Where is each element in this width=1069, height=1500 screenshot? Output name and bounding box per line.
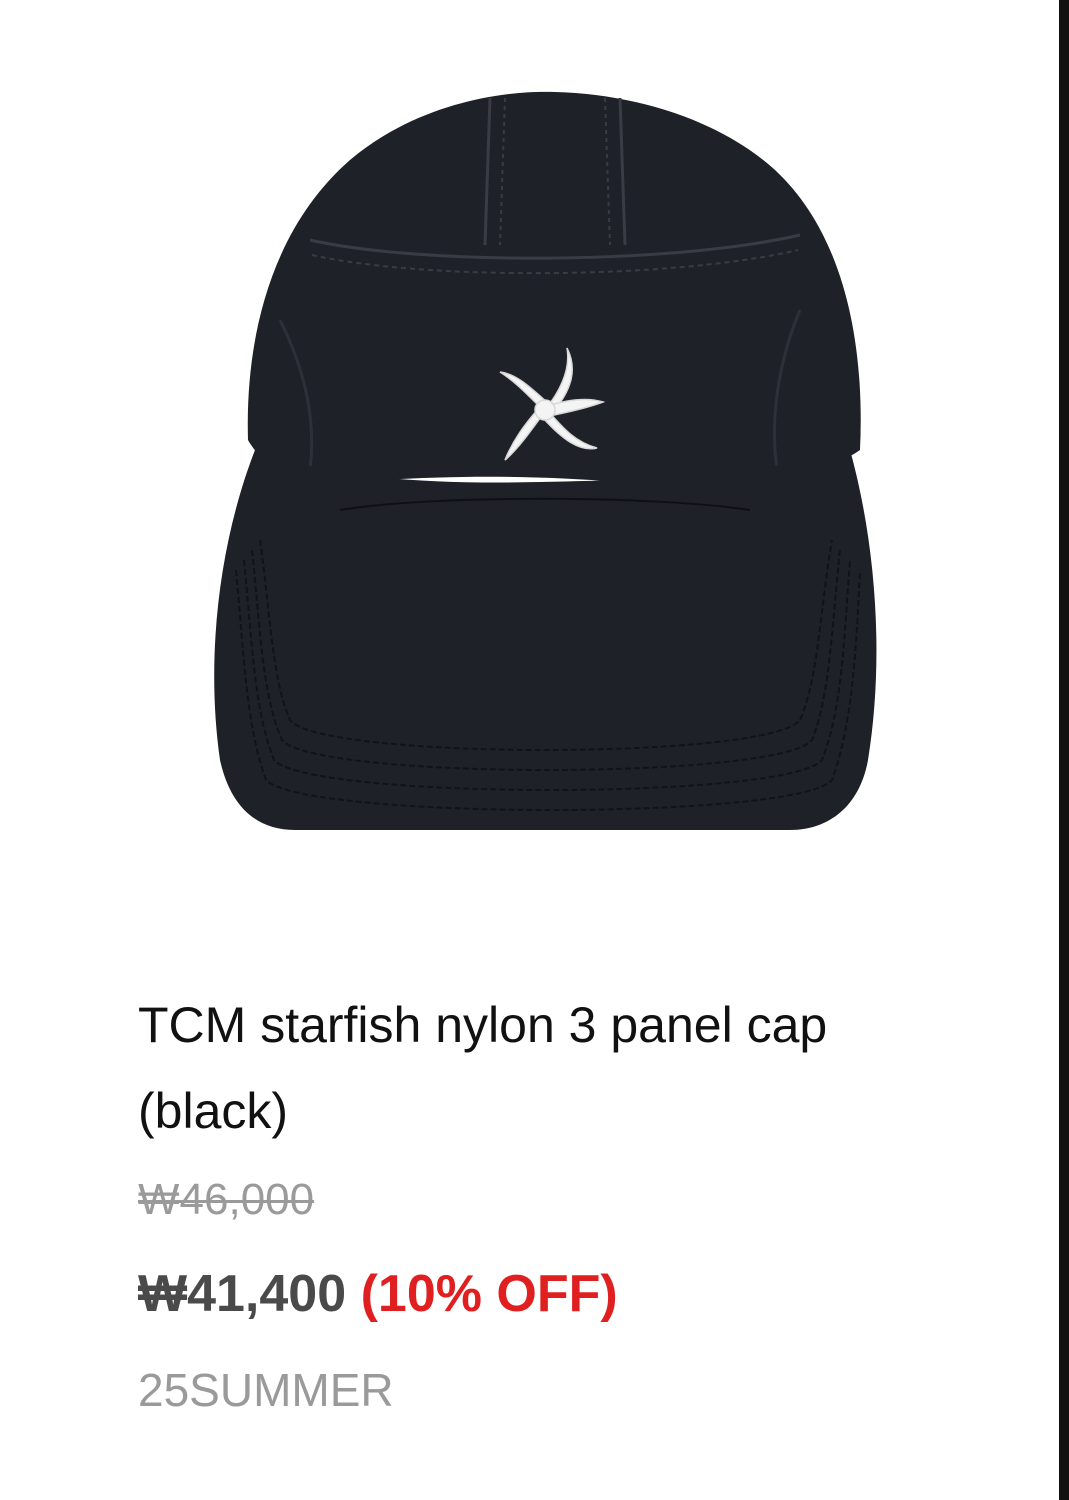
scrollbar[interactable] — [1059, 0, 1069, 1500]
sale-price: ₩41,400 — [138, 1265, 347, 1323]
season-tag: 25SUMMER — [138, 1364, 394, 1416]
product-info: TCM starfish nylon 3 panel cap (black) ₩… — [138, 982, 958, 1420]
cap-brim — [214, 450, 877, 830]
cap-illustration — [214, 91, 877, 830]
product-image[interactable] — [200, 70, 880, 840]
original-price: ₩46,000 — [138, 1175, 315, 1224]
discount-badge: (10% OFF) — [346, 1265, 618, 1323]
price-row: ₩41,400 (10% OFF) — [138, 1264, 958, 1324]
product-title[interactable]: TCM starfish nylon 3 panel cap (black) — [138, 982, 958, 1154]
